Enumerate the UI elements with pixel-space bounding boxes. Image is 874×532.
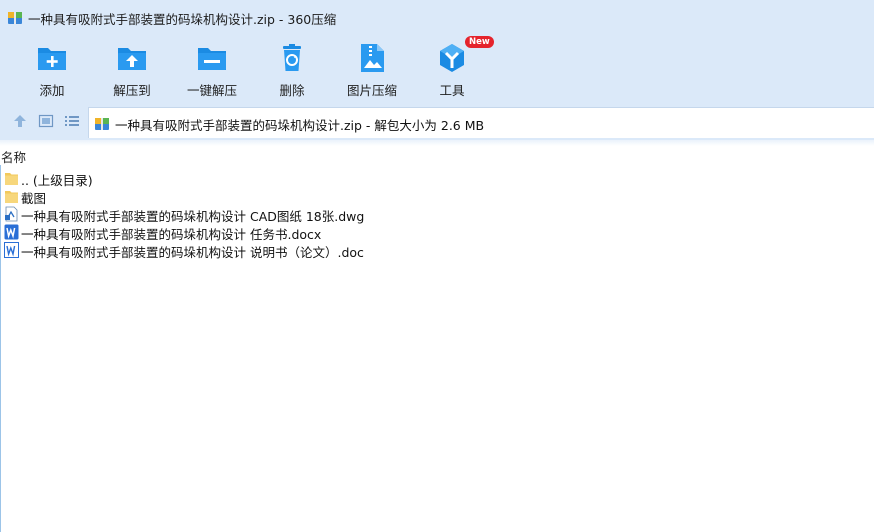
list-item[interactable]: 一种具有吸附式手部装置的码垛机构设计 任务书.docx xyxy=(0,223,874,242)
tools-button-label: 工具 xyxy=(439,83,465,98)
recycle-bin-icon xyxy=(283,44,301,71)
add-button[interactable]: 添加 xyxy=(16,38,88,102)
tools-icon xyxy=(440,44,464,72)
delete-button[interactable]: 删除 xyxy=(256,38,328,102)
address-path: 一种具有吸附式手部装置的码垛机构设计.zip - 解包大小为 2.6 MB xyxy=(115,118,485,133)
tools-button[interactable]: New 工具 xyxy=(416,36,494,102)
thumbnail-view-icon[interactable] xyxy=(38,113,54,129)
list-item[interactable]: 一种具有吸附式手部装置的码垛机构设计 CAD图纸 18张.dwg xyxy=(0,205,874,224)
one-click-extract-button[interactable]: 一键解压 xyxy=(176,38,248,102)
image-compress-icon xyxy=(361,44,384,72)
extract-to-button[interactable]: 解压到 xyxy=(96,38,168,102)
new-badge: New xyxy=(465,36,494,48)
address-row: 一种具有吸附式手部装置的码垛机构设计.zip - 解包大小为 2.6 MB xyxy=(0,104,874,140)
file-list: .. (上级目录) 截图 一种具有吸附式手部装置的码垛机构设计 CAD图纸 18… xyxy=(0,169,874,260)
folder-icon xyxy=(5,191,18,203)
zip-archive-icon xyxy=(95,118,109,130)
extract-to-icon xyxy=(118,48,146,70)
add-folder-icon xyxy=(38,48,66,70)
window-title: 一种具有吸附式手部装置的码垛机构设计.zip - 360压缩 xyxy=(28,12,337,27)
dwg-file-icon xyxy=(5,206,18,222)
list-item[interactable]: 一种具有吸附式手部装置的码垛机构设计 说明书（论文）.doc xyxy=(0,241,874,260)
doc-file-icon xyxy=(4,242,19,258)
one-click-extract-icon xyxy=(198,48,226,70)
one-click-extract-button-label: 一键解压 xyxy=(186,83,237,98)
docx-file-icon xyxy=(4,224,19,240)
title-bar: 一种具有吸附式手部装置的码垛机构设计.zip - 360压缩 xyxy=(0,0,874,34)
up-arrow-icon[interactable] xyxy=(12,113,28,129)
address-bar[interactable]: 一种具有吸附式手部装置的码垛机构设计.zip - 解包大小为 2.6 MB xyxy=(88,107,874,138)
folder-icon xyxy=(5,173,18,185)
extract-to-button-label: 解压到 xyxy=(113,83,151,98)
column-header-name[interactable]: 名称 xyxy=(1,147,26,166)
zip-archive-icon xyxy=(8,12,22,24)
delete-button-label: 删除 xyxy=(279,83,305,98)
list-item[interactable]: 截图 xyxy=(0,187,874,206)
list-item[interactable]: .. (上级目录) xyxy=(0,169,874,188)
list-item-name: 一种具有吸附式手部装置的码垛机构设计 说明书（论文）.doc xyxy=(21,245,364,260)
list-view-icon[interactable] xyxy=(64,113,80,129)
image-compress-button-label: 图片压缩 xyxy=(346,83,397,98)
image-compress-button[interactable]: 图片压缩 xyxy=(336,38,408,102)
add-button-label: 添加 xyxy=(39,83,65,98)
toolbar: 添加 解压到 一键解压 删除 图片压缩 New 工具 xyxy=(0,34,874,104)
divider xyxy=(0,140,874,146)
